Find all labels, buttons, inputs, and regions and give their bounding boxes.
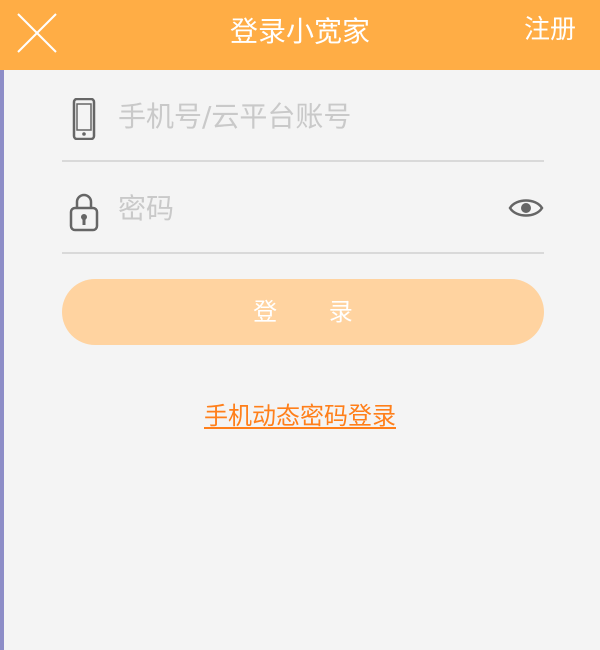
close-button[interactable]	[14, 10, 60, 56]
eye-icon	[508, 199, 544, 217]
sms-login-link[interactable]: 手机动态密码登录	[0, 396, 600, 436]
close-icon	[17, 13, 57, 53]
phone-field-row	[62, 70, 544, 162]
mobile-phone-icon	[68, 97, 100, 141]
login-button[interactable]: 登 录	[62, 279, 544, 345]
password-field-row	[62, 162, 544, 254]
page-title: 登录小宽家	[229, 15, 370, 48]
toggle-password-visibility[interactable]	[508, 194, 544, 222]
lock-icon	[68, 190, 100, 232]
phone-input[interactable]	[118, 94, 498, 138]
header-bar: 登录小宽家 注册	[0, 0, 600, 70]
password-input[interactable]	[118, 186, 498, 230]
register-button[interactable]: 注册	[524, 10, 576, 50]
left-edge-bar	[0, 0, 4, 650]
